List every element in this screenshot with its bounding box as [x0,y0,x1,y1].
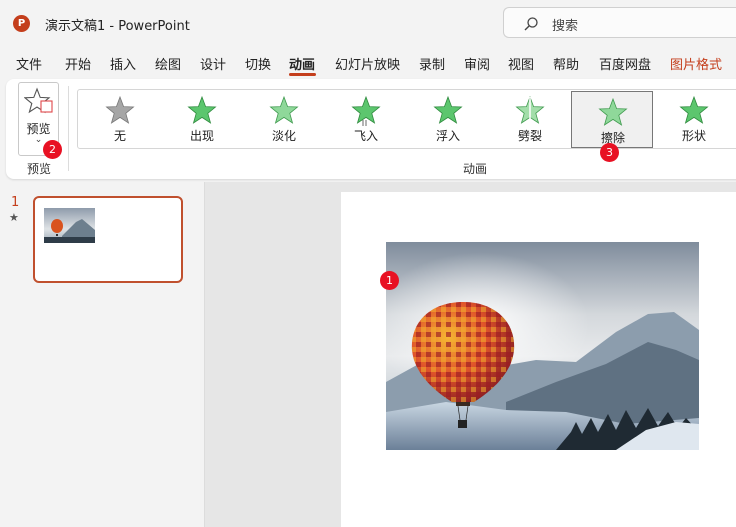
powerpoint-app-icon: P [13,15,30,32]
effect-float-in[interactable]: 浮入 [407,90,489,148]
step-badge-1: 1 [380,271,399,290]
effect-fly-in[interactable]: 飞入 [325,90,407,148]
star-grey-icon [105,96,135,124]
effect-fade[interactable]: 淡化 [243,90,325,148]
tab-home[interactable]: 开始 [65,54,91,73]
tab-baidu-netdisk[interactable]: 百度网盘 [599,54,651,73]
star-float-in-icon [433,96,463,124]
tab-help[interactable]: 帮助 [553,54,579,73]
star-burst-icon [187,96,217,124]
tab-picture-format[interactable]: 图片格式 [670,54,722,73]
star-fly-in-icon [351,96,381,126]
animation-group-label: 动画 [463,162,488,176]
tab-slideshow[interactable]: 幻灯片放映 [335,54,400,73]
title-bar: P 演示文稿1 - PowerPoint 搜索 [0,0,736,46]
effect-label: 出现 [189,129,214,143]
effect-label: 浮入 [435,129,460,143]
star-split-icon [515,96,545,124]
tab-animations[interactable]: 动画 [289,54,315,73]
search-placeholder: 搜索 [552,19,579,34]
balloon-picture[interactable] [386,242,699,450]
tab-design[interactable]: 设计 [200,54,226,73]
animation-gallery: 无 出现 淡化 飞入 浮入 劈裂 擦除 形状 [77,89,736,149]
effect-shape[interactable]: 形状 [653,90,735,148]
star-shape-icon [679,96,709,124]
effect-label: 飞入 [353,129,378,143]
active-tab-indicator [289,73,316,76]
step-badge-3: 3 [600,143,619,162]
tab-file[interactable]: 文件 [16,54,42,73]
thumbnail-image [44,208,95,243]
effect-appear[interactable]: 出现 [161,90,243,148]
ribbon-tab-bar: 文件 开始 插入 绘图 设计 切换 动画 幻灯片放映 录制 审阅 视图 帮助 百… [0,50,736,76]
preview-group-label: 预览 [27,162,52,176]
star-wipe-icon [598,98,628,126]
tab-insert[interactable]: 插入 [110,54,136,73]
effect-split[interactable]: 劈裂 [489,90,571,148]
slide-number: 1 [11,195,20,210]
tab-draw[interactable]: 绘图 [155,54,181,73]
step-badge-2: 2 [43,140,62,159]
tab-view[interactable]: 视图 [508,54,534,73]
effect-wipe[interactable]: 擦除 [571,91,653,148]
search-icon [524,17,538,31]
effect-label: 淡化 [271,129,296,143]
effect-label: 形状 [681,129,706,143]
animation-mark-icon: ★ [9,211,19,224]
star-fade-icon [269,96,299,124]
window-title: 演示文稿1 - PowerPoint [45,19,190,34]
group-divider [68,86,69,171]
slide-thumbnail[interactable] [33,196,183,283]
tab-record[interactable]: 录制 [419,54,445,73]
effect-label: 劈裂 [517,129,542,143]
preview-star-icon [24,87,53,114]
tab-review[interactable]: 审阅 [464,54,490,73]
effect-label: 无 [113,129,126,143]
effect-none[interactable]: 无 [79,90,161,148]
search-box[interactable]: 搜索 [503,7,736,38]
tab-transitions[interactable]: 切换 [245,54,271,73]
